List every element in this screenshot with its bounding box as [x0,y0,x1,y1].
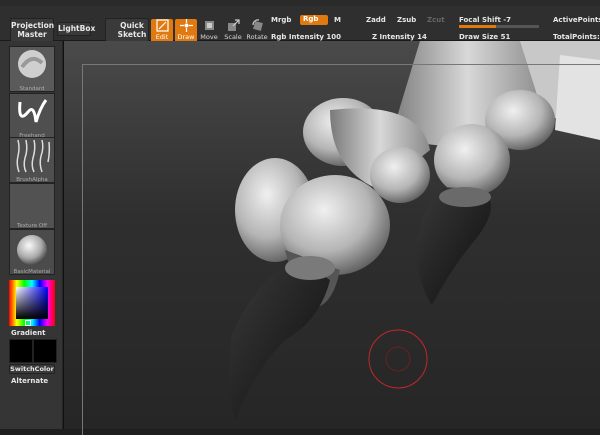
gradient-label: Gradient [11,329,46,337]
rgb-intensity-label: Rgb Intensity 100 [271,33,342,41]
secondary-color-swatch[interactable] [33,339,57,363]
primary-color-swatch[interactable] [9,339,33,363]
projection-master-button[interactable]: Projection Master [10,18,54,42]
lightbox-button[interactable]: LightBox [57,22,95,36]
freehand-stroke-thumb[interactable]: Freehand [9,93,55,139]
color-picker-square[interactable] [16,287,48,319]
move-icon [204,21,214,30]
basic-material-label: BasicMaterial [13,269,51,275]
rgb-button[interactable]: Rgb [300,15,328,25]
focal-shift-slider[interactable] [459,25,539,28]
focal-shift-fill [459,25,497,28]
total-points-label: TotalPoints: 1 [553,33,600,41]
draw-tool-button[interactable]: Draw [175,19,197,43]
scale-icon [227,19,240,31]
scale-label: Scale [224,33,242,41]
texture-off-thumb[interactable]: Texture Off [9,183,55,229]
rotate-icon [251,19,263,31]
left-shelf: Standard Freehand BrushAlpha Texture Off… [0,41,64,429]
z-intensity-label: Z Intensity 14 [372,33,427,41]
zcut-button[interactable]: Zcut [427,16,445,24]
color-picker[interactable] [9,280,55,326]
draw-label: Draw [177,33,195,41]
zadd-button[interactable]: Zadd [366,16,386,24]
alternate-label[interactable]: Alternate [11,377,48,385]
material-sphere-icon [17,235,47,265]
standard-brush-icon [18,50,46,78]
brush-alpha-icon [16,139,51,173]
move-tool-button[interactable]: Move [198,19,220,43]
scale-tool-button[interactable]: Scale [222,19,244,43]
edit-label: Edit [155,33,169,41]
active-points-label: ActivePoints [553,16,600,24]
standard-brush-label: Standard [19,86,45,92]
quick-sketch-button[interactable]: Quick Sketch [105,18,149,42]
freehand-stroke-icon [18,99,48,123]
focal-shift-label: Focal Shift -7 [459,16,512,24]
document-frame [82,64,600,435]
standard-brush-thumb[interactable]: Standard [9,46,55,92]
rotate-label: Rotate [246,33,268,41]
switch-color-button[interactable]: SwitchColor [9,364,55,374]
mrgb-button[interactable]: Mrgb [271,16,291,24]
move-label: Move [200,33,218,41]
color-picker-marker [25,320,31,326]
zsub-button[interactable]: Zsub [397,16,416,24]
draw-icon [179,19,193,32]
basic-material-thumb[interactable]: BasicMaterial [9,229,55,275]
edit-icon [155,19,169,32]
m-button[interactable]: M [334,16,341,24]
top-toolbar: Projection Master LightBox Quick Sketch … [0,6,600,46]
draw-size-label: Draw Size 51 [459,33,511,41]
brush-alpha-thumb[interactable]: BrushAlpha [9,137,55,183]
edit-tool-button[interactable]: Edit [151,19,173,43]
rotate-tool-button[interactable]: Rotate [246,19,268,43]
